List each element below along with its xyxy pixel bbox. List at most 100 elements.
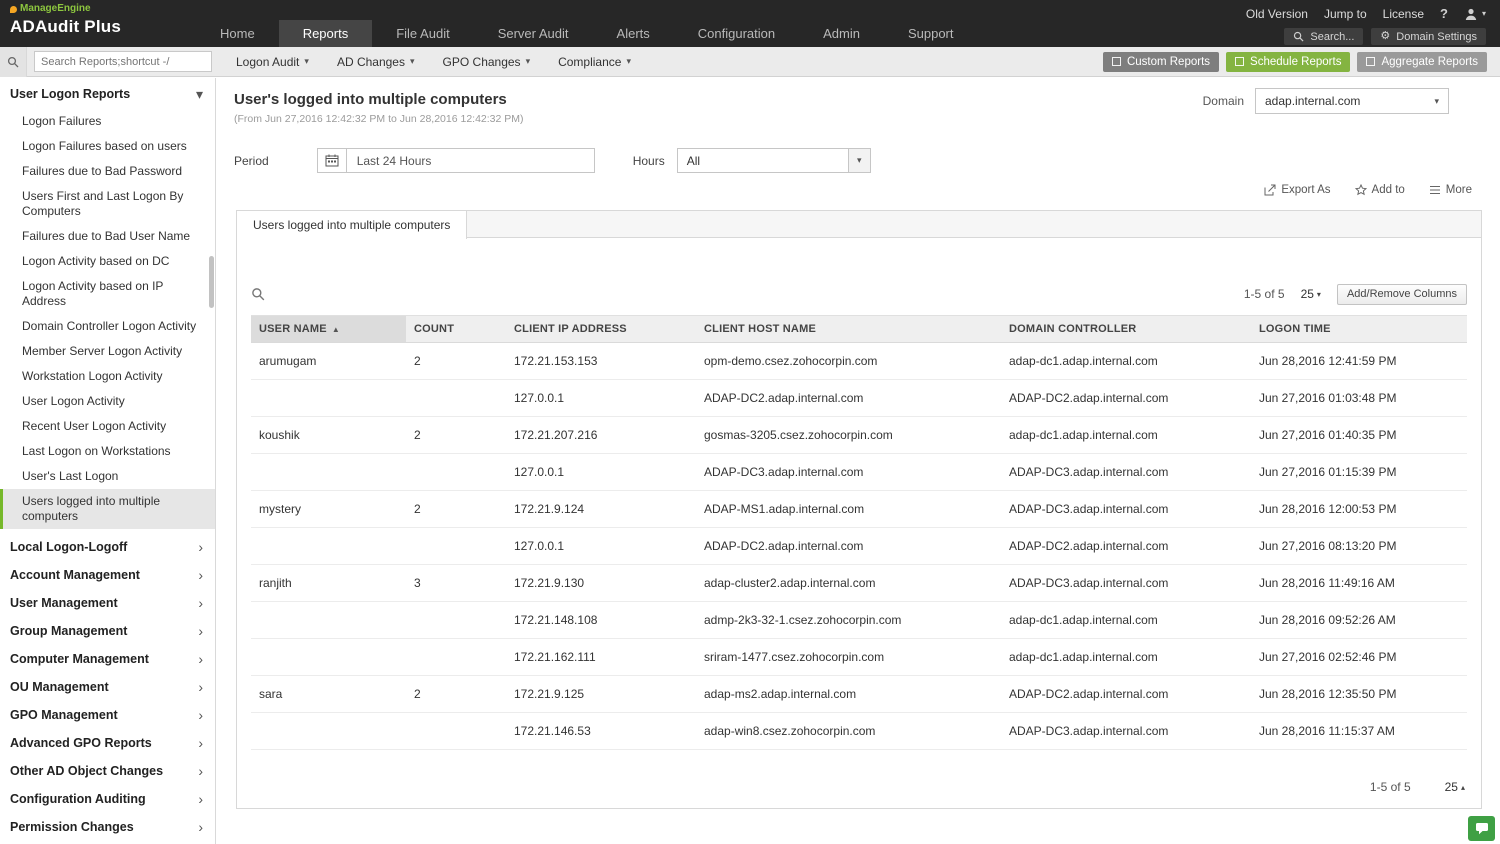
cell-dc: adap-dc1.adap.internal.com: [1001, 639, 1251, 676]
aggregate-reports-button[interactable]: Aggregate Reports: [1357, 52, 1487, 72]
sidebar-section-permission-changes[interactable]: Permission Changes›: [0, 813, 215, 841]
action-more[interactable]: More: [1429, 184, 1472, 196]
domain-settings-button[interactable]: ⚙ Domain Settings: [1371, 28, 1486, 45]
sidebar-item-failures-due-to-bad-user-name[interactable]: Failures due to Bad User Name: [0, 224, 215, 249]
nav-tab-alerts[interactable]: Alerts: [593, 20, 674, 47]
table-row[interactable]: 172.21.162.111sriram-1477.csez.zohocorpi…: [251, 639, 1467, 676]
period-input[interactable]: [347, 148, 595, 173]
chat-button[interactable]: [1468, 816, 1495, 841]
table-row[interactable]: 172.21.148.108admp-2k3-32-1.csez.zohocor…: [251, 602, 1467, 639]
sidebar-item-domain-controller-logon-activity[interactable]: Domain Controller Logon Activity: [0, 314, 215, 339]
cell-dc: ADAP-DC2.adap.internal.com: [1001, 380, 1251, 417]
hours-select[interactable]: All ▾: [677, 148, 871, 173]
table-row[interactable]: sara2172.21.9.125adap-ms2.adap.internal.…: [251, 676, 1467, 713]
cell-host: gosmas-3205.csez.zohocorpin.com: [696, 417, 1001, 454]
column-header-user-name[interactable]: USER NAME▲: [251, 316, 406, 343]
nav-tab-configuration[interactable]: Configuration: [674, 20, 799, 47]
cell-host: opm-demo.csez.zohocorpin.com: [696, 343, 1001, 380]
user-menu[interactable]: ▾: [1464, 7, 1486, 21]
action-add-to[interactable]: Add to: [1355, 184, 1405, 196]
action-export-as[interactable]: Export As: [1264, 184, 1330, 196]
sidebar-section-group-management[interactable]: Group Management›: [0, 617, 215, 645]
sidebar-item-last-logon-on-workstations[interactable]: Last Logon on Workstations: [0, 439, 215, 464]
sidebar-section-other-ad-object-changes[interactable]: Other AD Object Changes›: [0, 757, 215, 785]
sidebar-item-users-first-and-last-logon-by-computers[interactable]: Users First and Last Logon By Computers: [0, 184, 215, 224]
custom-reports-button[interactable]: Custom Reports: [1103, 52, 1219, 72]
schedule-reports-button[interactable]: Schedule Reports: [1226, 52, 1350, 72]
search-reports-button[interactable]: [0, 47, 27, 77]
nav-tab-support[interactable]: Support: [884, 20, 978, 47]
add-remove-columns-button[interactable]: Add/Remove Columns: [1337, 284, 1467, 305]
chevron-right-icon: ›: [198, 624, 203, 638]
sidebar-section-local-logon-logoff[interactable]: Local Logon-Logoff›: [0, 533, 215, 561]
table-row[interactable]: 172.21.146.53adap-win8.csez.zohocorpin.c…: [251, 713, 1467, 750]
column-header-logon-time[interactable]: LOGON TIME: [1251, 316, 1467, 343]
top-nav: HomeReportsFile AuditServer AuditAlertsC…: [196, 20, 978, 47]
domain-select[interactable]: adap.internal.com ▾: [1255, 88, 1449, 114]
sidebar-section-advanced-gpo-reports[interactable]: Advanced GPO Reports›: [0, 729, 215, 757]
menu-ad-changes[interactable]: AD Changes▾: [323, 47, 429, 77]
table-row[interactable]: 127.0.0.1ADAP-DC2.adap.internal.comADAP-…: [251, 528, 1467, 565]
table-search-button[interactable]: [251, 287, 265, 301]
nav-tab-reports[interactable]: Reports: [279, 20, 373, 47]
calendar-button[interactable]: [317, 148, 347, 173]
sidebar-item-logon-failures[interactable]: Logon Failures: [0, 109, 215, 134]
table-row[interactable]: 127.0.0.1ADAP-DC2.adap.internal.comADAP-…: [251, 380, 1467, 417]
nav-tab-server-audit[interactable]: Server Audit: [474, 20, 593, 47]
column-header-client-ip-address[interactable]: CLIENT IP ADDRESS: [506, 316, 696, 343]
tab-users-logged-into-multiple-computers[interactable]: Users logged into multiple computers: [236, 210, 467, 239]
sidebar-item-logon-activity-based-on-ip-address[interactable]: Logon Activity based on IP Address: [0, 274, 215, 314]
sidebar-item-user-s-last-logon[interactable]: User's Last Logon: [0, 464, 215, 489]
column-header-count[interactable]: COUNT: [406, 316, 506, 343]
search-reports-input[interactable]: [34, 51, 212, 72]
cell-ip: 172.21.146.53: [506, 713, 696, 750]
cell-ip: 172.21.162.111: [506, 639, 696, 676]
column-label: LOGON TIME: [1259, 323, 1331, 335]
page-size-dropdown-footer[interactable]: 25 ▴: [1445, 780, 1465, 794]
table-row[interactable]: 127.0.0.1ADAP-DC3.adap.internal.comADAP-…: [251, 454, 1467, 491]
top-link-jump-to[interactable]: Jump to: [1324, 7, 1367, 21]
sidebar-item-logon-failures-based-on-users[interactable]: Logon Failures based on users: [0, 134, 215, 159]
sidebar-item-logon-activity-based-on-dc[interactable]: Logon Activity based on DC: [0, 249, 215, 274]
table-row[interactable]: koushik2172.21.207.216gosmas-3205.csez.z…: [251, 417, 1467, 454]
menu-label: GPO Changes: [443, 55, 521, 69]
menu-logon-audit[interactable]: Logon Audit▾: [222, 47, 323, 77]
column-header-client-host-name[interactable]: CLIENT HOST NAME: [696, 316, 1001, 343]
sidebar-section-gpo-management[interactable]: GPO Management›: [0, 701, 215, 729]
sidebar-item-member-server-logon-activity[interactable]: Member Server Logon Activity: [0, 339, 215, 364]
sidebar-section-user-logon-reports[interactable]: User Logon Reports ▾: [0, 78, 215, 109]
sidebar-item-users-logged-into-multiple-computers[interactable]: Users logged into multiple computers: [0, 489, 215, 529]
sidebar-scrollbar[interactable]: [209, 256, 214, 308]
cell-count: [406, 713, 506, 750]
sidebar-section-computer-management[interactable]: Computer Management›: [0, 645, 215, 673]
column-label: CLIENT HOST NAME: [704, 323, 816, 335]
sidebar-item-user-logon-activity[interactable]: User Logon Activity: [0, 389, 215, 414]
column-header-domain-controller[interactable]: DOMAIN CONTROLLER: [1001, 316, 1251, 343]
cell-time: Jun 28,2016 12:00:53 PM: [1251, 491, 1467, 528]
nav-tab-home[interactable]: Home: [196, 20, 279, 47]
sidebar-section-user-management[interactable]: User Management›: [0, 589, 215, 617]
table-row[interactable]: ranjith3172.21.9.130adap-cluster2.adap.i…: [251, 565, 1467, 602]
table-row[interactable]: arumugam2172.21.153.153opm-demo.csez.zoh…: [251, 343, 1467, 380]
help-icon[interactable]: ?: [1440, 6, 1448, 21]
top-link-license[interactable]: License: [1383, 7, 1424, 21]
sidebar-section-configuration-auditing[interactable]: Configuration Auditing›: [0, 785, 215, 813]
sidebar-item-recent-user-logon-activity[interactable]: Recent User Logon Activity: [0, 414, 215, 439]
top-link-old-version[interactable]: Old Version: [1246, 7, 1308, 21]
sidebar-item-failures-due-to-bad-password[interactable]: Failures due to Bad Password: [0, 159, 215, 184]
sidebar-item-workstation-logon-activity[interactable]: Workstation Logon Activity: [0, 364, 215, 389]
page-size-value: 25: [1301, 287, 1314, 301]
cell-user: ranjith: [251, 565, 406, 602]
nav-tab-admin[interactable]: Admin: [799, 20, 884, 47]
global-search-button[interactable]: Search...: [1284, 28, 1363, 45]
cell-host: ADAP-DC2.adap.internal.com: [696, 528, 1001, 565]
menu-compliance[interactable]: Compliance▾: [544, 47, 645, 77]
page-size-dropdown[interactable]: 25 ▾: [1301, 287, 1321, 301]
sidebar-section-ou-management[interactable]: OU Management›: [0, 673, 215, 701]
menu-gpo-changes[interactable]: GPO Changes▾: [429, 47, 545, 77]
manageengine-mark-icon: [10, 6, 17, 13]
sidebar-section-account-management[interactable]: Account Management›: [0, 561, 215, 589]
nav-tab-file-audit[interactable]: File Audit: [372, 20, 473, 47]
sidebar-sections: Local Logon-Logoff›Account Management›Us…: [0, 533, 215, 844]
table-row[interactable]: mystery2172.21.9.124ADAP-MS1.adap.intern…: [251, 491, 1467, 528]
